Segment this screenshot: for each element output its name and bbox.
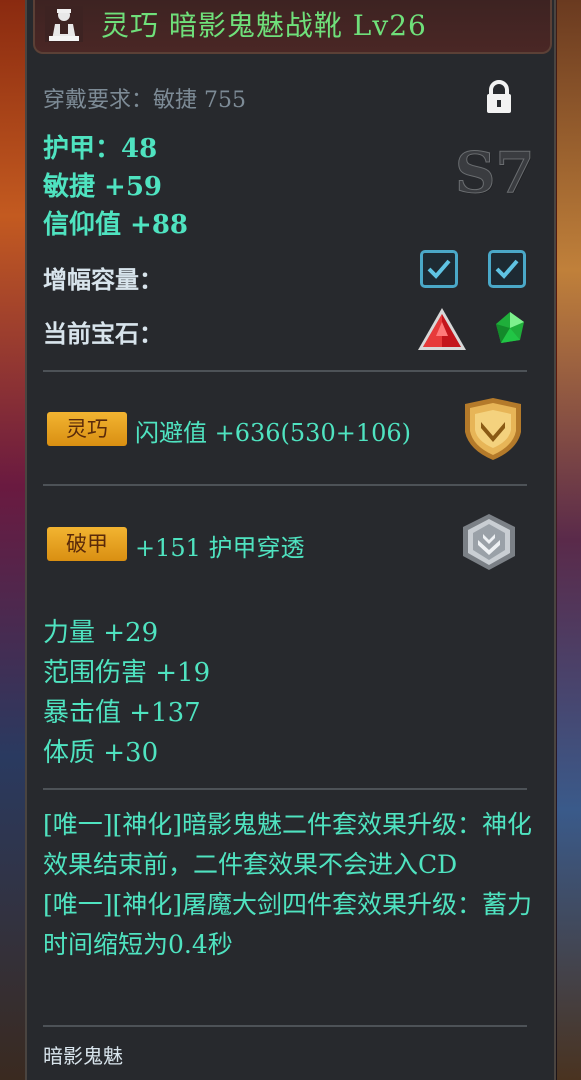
divider <box>43 1025 527 1027</box>
crit-stat: 暴击值 +137 <box>43 698 201 728</box>
game-scene: 灵巧 暗影鬼魅战靴 Lv26 穿戴要求：敏捷 755 护甲：48 敏捷 +59 … <box>0 0 581 1080</box>
area-damage-stat: 范围伤害 +19 <box>43 658 211 688</box>
attribute-badge-agility: 灵巧 <box>47 412 127 446</box>
green-gem-icon[interactable] <box>493 310 527 346</box>
lock-icon[interactable] <box>484 80 514 114</box>
set-effect-text-2: [唯一][神化]屠魔大剑四件套效果升级：蓄力时间缩短为0.4秒 <box>43 890 533 959</box>
gold-shield-emblem-icon <box>465 398 521 460</box>
rank-badge: S7 <box>454 140 535 207</box>
character-class-icon <box>45 6 83 42</box>
item-title: 灵巧 暗影鬼魅战靴 Lv26 <box>101 9 427 42</box>
amplify-checkbox-2[interactable] <box>488 250 526 288</box>
red-triangle-gem-icon[interactable] <box>416 306 468 352</box>
amplify-checkbox-1[interactable] <box>420 250 458 288</box>
set-effect-descriptions: [唯一][神化]暗影鬼魅二件套效果升级：神化效果结束前，二件套效果不会进入CD … <box>43 805 543 965</box>
divider <box>43 788 527 790</box>
wear-requirement: 穿戴要求：敏捷 755 <box>43 88 246 113</box>
checkmark-icon <box>427 259 451 279</box>
checkmark-icon <box>495 259 519 279</box>
attribute-badge-armor-break: 破甲 <box>47 527 127 561</box>
armor-stat: 护甲：48 <box>43 134 158 164</box>
item-header: 灵巧 暗影鬼魅战靴 Lv26 <box>33 0 552 54</box>
faith-stat: 信仰值 +88 <box>43 210 189 240</box>
set-name: 暗影鬼魅 <box>43 1044 123 1068</box>
item-tooltip-panel: 灵巧 暗影鬼魅战靴 Lv26 穿戴要求：敏捷 755 护甲：48 敏捷 +59 … <box>25 0 556 1080</box>
divider <box>43 370 527 372</box>
strength-stat: 力量 +29 <box>43 618 159 648</box>
amplify-capacity-label: 增幅容量： <box>43 265 163 294</box>
agility-stat: 敏捷 +59 <box>43 172 163 202</box>
set-effect-text-1: [唯一][神化]暗影鬼魅二件套效果升级：神化效果结束前，二件套效果不会进入CD <box>43 810 533 879</box>
silver-shield-emblem-icon <box>463 514 515 570</box>
dodge-stat: 闪避值 +636(530+106) <box>135 419 411 447</box>
divider <box>43 484 527 486</box>
background-right-edge <box>557 0 581 1080</box>
current-gem-label: 当前宝石： <box>43 319 163 348</box>
armor-penetration-stat: +151 护甲穿透 <box>135 534 305 562</box>
constitution-stat: 体质 +30 <box>43 738 159 768</box>
